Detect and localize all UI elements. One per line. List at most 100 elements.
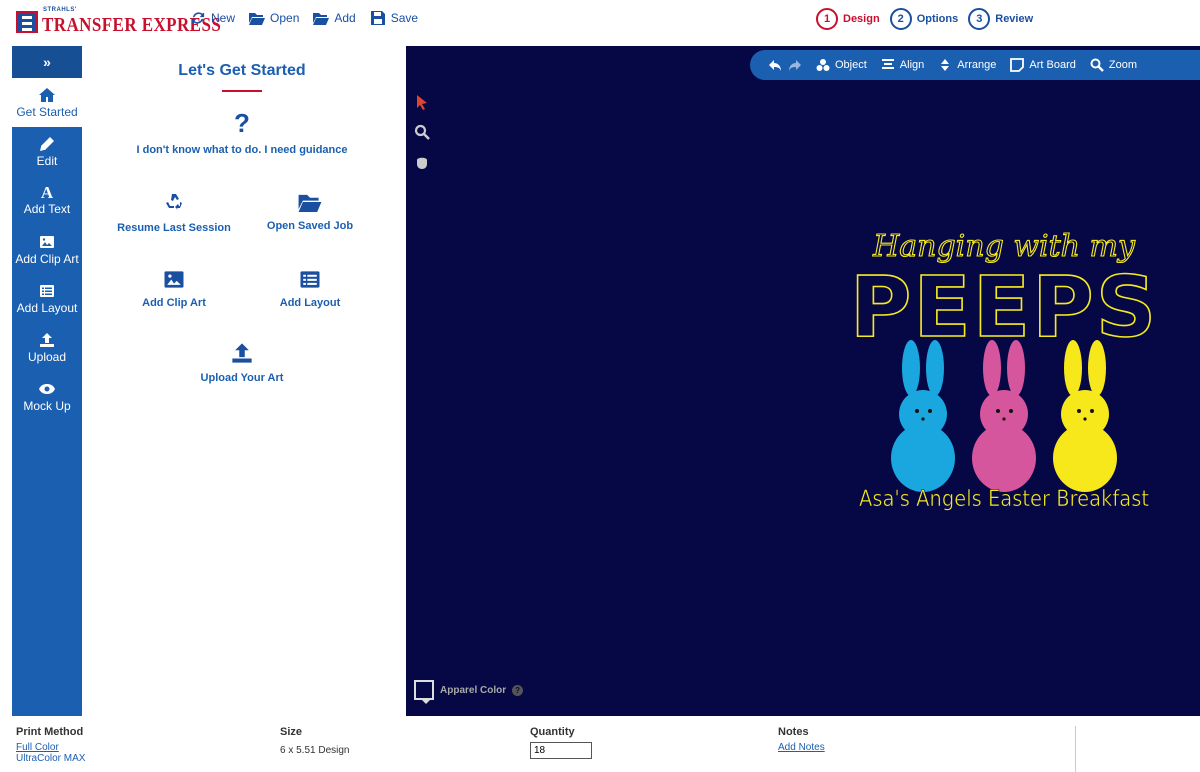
sort-icon: [941, 59, 950, 71]
step-number: 2: [889, 8, 912, 30]
sidebar-item-edit[interactable]: Edit: [12, 127, 82, 176]
apparel-color-swatch[interactable]: [414, 680, 434, 704]
align-icon: [881, 59, 894, 69]
logo-strahls-text: STRAHLS': [43, 7, 77, 13]
blue-bunny-graphic: [891, 340, 955, 492]
select-tool[interactable]: [414, 94, 430, 110]
undo-icon: [769, 60, 781, 71]
object-menu[interactable]: Object: [816, 58, 867, 72]
save-button[interactable]: Save: [370, 11, 418, 25]
sidebar-item-add-clip-art[interactable]: Add Clip Art: [12, 225, 82, 274]
upload-icon: [40, 332, 54, 347]
refresh-icon: [191, 12, 205, 24]
zoom-label: Zoom: [1108, 59, 1137, 71]
recycle-icon: [166, 194, 182, 210]
panel-title: Let's Get Started: [178, 62, 306, 79]
sidebar-item-label: Edit: [36, 153, 58, 168]
add-clip-art-option[interactable]: Add Clip Art: [114, 270, 234, 309]
print-method-link[interactable]: Full Color: [16, 742, 85, 753]
hand-icon: [417, 157, 427, 169]
add-notes-link[interactable]: Add Notes: [778, 742, 825, 753]
help-icon[interactable]: ?: [512, 684, 524, 696]
design-canvas[interactable]: Object Align Arrange Art Board Zoom Hang…: [406, 46, 1200, 716]
open-button[interactable]: Open: [249, 11, 299, 25]
sidebar-item-upload[interactable]: Upload: [12, 323, 82, 372]
step-number: 1: [816, 8, 838, 30]
upload-art-label: Upload Your Art: [200, 372, 284, 384]
sidebar-item-label: Upload: [27, 349, 67, 364]
magnifier-icon: [414, 124, 430, 140]
logo-mark-icon: [16, 11, 38, 33]
quantity-input[interactable]: [530, 742, 592, 759]
sidebar-nav: » Get Started Edit A Add Text Add Clip A…: [12, 46, 82, 716]
sidebar-item-get-started[interactable]: Get Started: [12, 78, 82, 127]
print-method-section: Print Method Full Color UltraColor MAX: [16, 726, 85, 764]
canvas-tools: [414, 94, 430, 170]
step-label: Options: [916, 13, 959, 25]
sidebar-item-add-layout[interactable]: Add Layout: [12, 274, 82, 323]
text-icon: A: [40, 183, 54, 202]
art-board-menu[interactable]: Art Board: [1010, 58, 1076, 72]
file-actions: New Open Add Save: [190, 11, 418, 25]
print-method-sub: UltraColor MAX: [16, 753, 86, 764]
step-label: Review: [995, 13, 1034, 25]
guidance-option[interactable]: ? I don't know what to do. I need guidan…: [82, 110, 402, 156]
apparel-color-label: Apparel Color: [440, 684, 507, 696]
resume-session-label: Resume Last Session: [117, 222, 231, 234]
top-bar: STRAHLS' TRANSFER EXPRESS New Open Add S…: [0, 0, 1200, 42]
sidebar-item-mock-up[interactable]: Mock Up: [12, 372, 82, 421]
brand-logo[interactable]: STRAHLS' TRANSFER EXPRESS: [16, 7, 221, 36]
zoom-menu[interactable]: Zoom: [1090, 58, 1137, 72]
save-label: Save: [390, 11, 419, 25]
redo-icon: [789, 60, 801, 71]
align-label: Align: [899, 59, 925, 71]
upload-icon: [232, 343, 252, 363]
add-clip-art-label: Add Clip Art: [142, 297, 206, 309]
step-review[interactable]: 3 Review: [968, 8, 1033, 30]
sidebar-item-add-text[interactable]: A Add Text: [12, 176, 82, 225]
pencil-icon: [40, 136, 54, 151]
sidebar-item-label: Mock Up: [23, 398, 71, 413]
design-line-event: Asa's Angels Easter Breakfast: [859, 487, 1149, 512]
sidebar-item-label: Add Clip Art: [15, 251, 79, 266]
object-label: Object: [835, 59, 867, 71]
layout-icon: [300, 271, 320, 288]
print-method-heading: Print Method: [16, 726, 84, 738]
redo-button[interactable]: [788, 58, 802, 72]
home-icon: [39, 87, 55, 102]
open-saved-job-option[interactable]: Open Saved Job: [250, 192, 370, 232]
open-label: Open: [270, 11, 300, 25]
size-heading: Size: [280, 726, 303, 738]
pan-tool[interactable]: [414, 154, 430, 170]
summary-divider: [1075, 726, 1076, 772]
search-icon: [1090, 58, 1104, 72]
align-menu[interactable]: Align: [881, 58, 924, 72]
sidebar-item-label: Add Layout: [16, 300, 78, 315]
upload-art-option[interactable]: Upload Your Art: [82, 342, 402, 384]
design-line-peeps: PEEPS: [854, 258, 1154, 356]
workflow-steps: 1 Design 2 Options 3 Review: [816, 8, 1033, 30]
artboard-icon: [1010, 58, 1025, 72]
arrange-menu[interactable]: Arrange: [938, 58, 996, 72]
new-button[interactable]: New: [190, 11, 235, 25]
step-label: Design: [843, 13, 880, 25]
notes-heading: Notes: [778, 726, 809, 738]
folder-open-icon: [313, 13, 330, 25]
add-button[interactable]: Add: [313, 11, 356, 25]
design-artwork[interactable]: Hanging with my PEEPS Asa's Angels Easte: [854, 218, 1154, 518]
undo-button[interactable]: [768, 58, 782, 72]
resume-session-option[interactable]: Resume Last Session: [114, 192, 234, 234]
folder-open-icon: [298, 194, 322, 212]
zoom-tool[interactable]: [414, 124, 430, 140]
add-layout-option[interactable]: Add Layout: [250, 270, 370, 309]
step-options[interactable]: 2 Options: [889, 8, 959, 30]
title-divider: [222, 90, 262, 92]
collapse-sidebar-button[interactable]: »: [12, 46, 82, 78]
step-design[interactable]: 1 Design: [816, 8, 880, 30]
image-icon: [164, 271, 184, 288]
new-label: New: [211, 11, 236, 25]
sidebar-item-label: Add Text: [23, 202, 71, 216]
size-section: Size 6 x 5.51 Design: [280, 726, 350, 756]
quantity-heading: Quantity: [530, 726, 575, 738]
canvas-toolbar: Object Align Arrange Art Board Zoom: [750, 50, 1200, 80]
